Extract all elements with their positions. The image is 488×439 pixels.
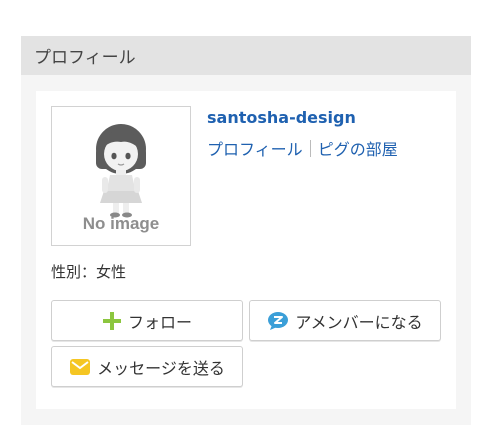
send-message-label: メッセージを送る xyxy=(97,358,225,378)
pigg-room-link[interactable]: ピグの部屋 xyxy=(318,136,398,160)
plus-icon xyxy=(102,311,122,331)
profile-card: No image santosha-design プロフィール ピグの部屋 性別… xyxy=(36,91,456,409)
widget-header: プロフィール xyxy=(21,36,471,75)
send-message-button[interactable]: メッセージを送る xyxy=(51,346,243,387)
link-separator xyxy=(309,139,311,157)
profile-widget: プロフィール No image santosha-design プロフィール ピ… xyxy=(21,36,471,425)
amember-label: アメンバーになる xyxy=(295,312,423,332)
envelope-icon xyxy=(69,358,91,376)
amember-button[interactable]: アメンバーになる xyxy=(249,300,441,341)
amember-bubble-icon xyxy=(267,311,289,331)
avatar[interactable]: No image xyxy=(51,106,191,246)
follow-label: フォロー xyxy=(127,312,192,332)
profile-links: プロフィール ピグの部屋 xyxy=(207,136,398,160)
no-image-label: No image xyxy=(83,214,160,233)
username-link[interactable]: santosha-design xyxy=(207,108,356,127)
no-image-placeholder: No image xyxy=(83,124,160,233)
widget-title: プロフィール xyxy=(34,48,136,68)
gender-text: 性別：女性 xyxy=(51,263,127,281)
follow-button[interactable]: フォロー xyxy=(51,300,243,341)
profile-link[interactable]: プロフィール xyxy=(207,136,303,160)
